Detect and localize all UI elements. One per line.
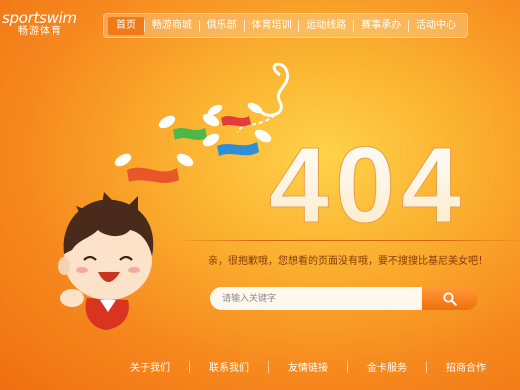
logo-wordmark: sportswim (2, 9, 77, 27)
mascot-illustration (58, 192, 154, 330)
footer-divider (426, 360, 427, 373)
logo-subtitle: 畅游体育 (18, 26, 62, 37)
error-code: 404 (269, 132, 467, 232)
nav-item-activities[interactable]: 活动中心 (409, 19, 463, 33)
footer-link-business[interactable]: 招商合作 (446, 359, 486, 374)
footer-link-goldcard[interactable]: 金卡服务 (367, 359, 407, 374)
footer-divider (268, 360, 269, 373)
footer-divider (189, 360, 190, 373)
ribbon-decoration (258, 62, 290, 117)
footer-link-friends[interactable]: 友情链接 (288, 359, 328, 374)
site-logo[interactable]: sportswim 畅游体育 (2, 10, 77, 38)
error-code-graphic: 404 (268, 132, 467, 232)
flag-orange (114, 153, 194, 183)
search-bar (210, 287, 478, 310)
footer-link-contact[interactable]: 联系我们 (209, 359, 249, 374)
nav-item-events[interactable]: 赛事承办 (354, 19, 408, 33)
content-divider (180, 240, 520, 241)
nav-item-club[interactable]: 俱乐部 (200, 19, 244, 33)
search-input[interactable] (210, 287, 422, 310)
nav-item-routes[interactable]: 运动线路 (299, 19, 353, 33)
nav-item-home[interactable]: 首页 (108, 16, 144, 35)
footer-divider (347, 360, 348, 373)
nav-item-training[interactable]: 体育培训 (244, 19, 298, 33)
error-message: 亲，很抱歉哦，您想看的页面没有哦，要不搜搜比基尼美女吧！ (208, 256, 488, 267)
search-button[interactable] (422, 287, 478, 310)
footer-link-about[interactable]: 关于我们 (130, 359, 170, 374)
footer-links: 关于我们 联系我们 友情链接 金卡服务 招商合作 (130, 359, 486, 374)
search-icon (443, 291, 457, 306)
main-nav: 首页 畅游商城 俱乐部 体育培训 运动线路 赛事承办 活动中心 (103, 13, 468, 38)
nav-item-shop[interactable]: 畅游商城 (145, 19, 199, 33)
